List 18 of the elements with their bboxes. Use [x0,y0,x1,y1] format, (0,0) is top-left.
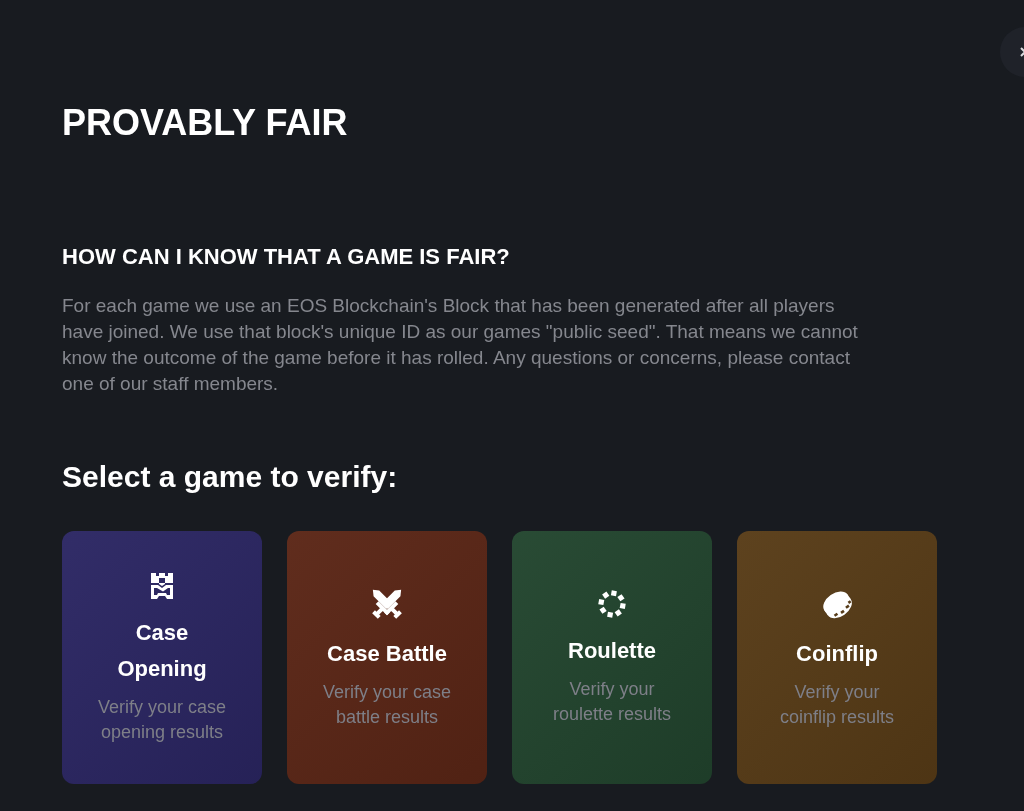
game-card[interactable]: Case Battle Verify your case battle results [287,531,487,784]
explanation-paragraph: For each game we use an EOS Blockchain's Block that has been generated after all players have joined. We use that block's unique ID as our games "public seed". That means we cannot know the outcome of the game before it has rolled. Any questions or concerns, please contact one of our staff members. [62,294,859,396]
game-title: Coinflip [796,639,878,668]
page-title: PROVABLY FAIR [62,101,349,145]
game-title: Case Battle [327,639,447,668]
dotted-ring-icon [597,588,627,619]
games-heading: Select a game to verify: [62,459,399,495]
game-description: Verify your case opening results [96,695,228,744]
game-description: Verify your coinflip results [778,680,895,729]
game-card[interactable]: Case Opening Verify your case opening results [62,531,262,784]
game-title: Case Opening [116,618,208,683]
game-card[interactable]: Roulette Verify your roulette results [512,531,712,784]
game-description: Verify your roulette results [551,677,673,726]
section-heading: HOW CAN I KNOW THAT A GAME IS FAIR? [62,243,511,271]
game-description: Verify your case battle results [321,680,453,729]
game-title: Roulette [568,636,656,665]
treasure-chest-icon [148,570,176,601]
game-card[interactable]: Coinflip Verify your coinflip results [737,531,937,784]
